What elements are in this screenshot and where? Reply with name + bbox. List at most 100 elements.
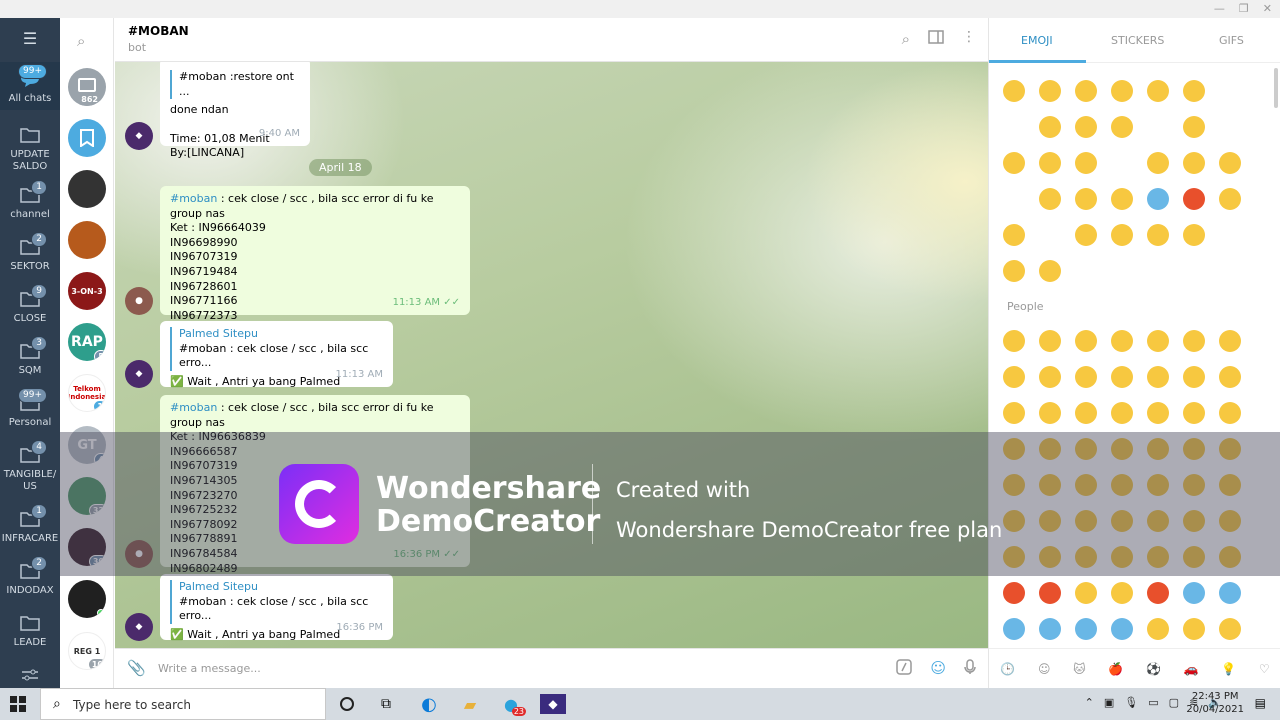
- emoji-item[interactable]: 🤲: [1219, 80, 1241, 102]
- emoji-item[interactable]: 😒: [1147, 152, 1169, 174]
- battery-icon[interactable]: ▭: [1148, 696, 1158, 709]
- emoji-item[interactable]: 😌: [1075, 224, 1097, 246]
- emoji-item[interactable]: 😌: [1003, 402, 1025, 424]
- emoji-item[interactable]: 😂: [1219, 330, 1241, 352]
- emoji-item[interactable]: 😒: [1039, 152, 1061, 174]
- emoji-item[interactable]: 😉: [1219, 366, 1241, 388]
- bot-avatar[interactable]: ◆: [125, 122, 153, 150]
- emoji-button-icon[interactable]: ☺: [930, 659, 946, 678]
- edge-browser-icon[interactable]: ◐: [418, 694, 440, 715]
- emoji-item[interactable]: 🙄: [1111, 80, 1133, 102]
- user-avatar[interactable]: ●: [125, 287, 153, 315]
- emoji-item[interactable]: 🥰: [1075, 402, 1097, 424]
- emoji-item[interactable]: 😀: [1003, 330, 1025, 352]
- close-icon[interactable]: ✕: [1263, 2, 1272, 16]
- emoji-item[interactable]: 😱: [1147, 188, 1169, 210]
- emoji-item[interactable]: 😓: [1111, 618, 1133, 640]
- emoji-item[interactable]: 😁: [1039, 80, 1061, 102]
- ball-icon[interactable]: ⚽: [1146, 662, 1161, 676]
- emoji-item[interactable]: 😳: [1183, 152, 1205, 174]
- emoji-item[interactable]: 😳: [1111, 582, 1133, 604]
- emoji-item[interactable]: 😀: [1111, 224, 1133, 246]
- car-icon[interactable]: 🚗: [1184, 662, 1199, 676]
- search-icon[interactable]: ⌕: [902, 30, 910, 48]
- reply-preview[interactable]: Palmed Sitepu #moban : cek close / scc ,…: [170, 327, 383, 371]
- bot-command-icon[interactable]: [896, 659, 913, 678]
- emoji-item[interactable]: 😨: [1003, 618, 1025, 640]
- emoji-item[interactable]: 😃: [1039, 116, 1061, 138]
- emoji-item[interactable]: 🤬: [1039, 582, 1061, 604]
- telegram-icon[interactable]: ● 23: [500, 694, 526, 716]
- emoji-item[interactable]: 😊: [1075, 366, 1097, 388]
- emoji-item[interactable]: 🤔: [1183, 618, 1205, 640]
- emoji-item[interactable]: 😊: [1003, 152, 1025, 174]
- tab-emoji[interactable]: EMOJI: [1021, 34, 1053, 47]
- sidebar-toggle-icon[interactable]: [928, 30, 944, 48]
- emoji-item[interactable]: 😇: [1111, 366, 1133, 388]
- folder-leade[interactable]: LEADE: [0, 612, 60, 649]
- emoji-item[interactable]: ☺️: [1039, 366, 1061, 388]
- folder-all-chats[interactable]: 99+ All chats: [0, 62, 60, 110]
- smiley-icon[interactable]: ☺: [1038, 662, 1051, 676]
- search-icon[interactable]: ⌕: [77, 32, 85, 50]
- heart-icon[interactable]: ♡: [1259, 662, 1270, 676]
- emoji-item[interactable]: 😘: [1183, 116, 1205, 138]
- emoji-item[interactable]: 😕: [1039, 260, 1061, 282]
- tab-gifs[interactable]: GIFS: [1219, 34, 1244, 47]
- notification-icon[interactable]: ▤: [1255, 696, 1266, 710]
- emoji-item[interactable]: 😏: [1075, 116, 1097, 138]
- emoji-item[interactable]: 😅: [1183, 330, 1205, 352]
- emoji-item[interactable]: 😝: [1111, 188, 1133, 210]
- folder-infracare[interactable]: 1 INFRACARE: [0, 504, 60, 545]
- emoji-item[interactable]: 😰: [1039, 618, 1061, 640]
- folder-update-saldo[interactable]: UPDATE SALDO: [0, 124, 60, 173]
- emoji-item[interactable]: 😘: [1111, 402, 1133, 424]
- windows-start-icon[interactable]: [10, 696, 26, 712]
- restore-icon[interactable]: ❐: [1239, 2, 1249, 16]
- emoji-item[interactable]: 😄: [1075, 330, 1097, 352]
- emoji-item[interactable]: 😡: [1003, 582, 1025, 604]
- emoji-item[interactable]: 😂: [1003, 80, 1025, 102]
- chat-avatar[interactable]: Telkom Indonesia 1: [68, 374, 106, 412]
- emoji-item[interactable]: 😗: [1147, 402, 1169, 424]
- democreator-taskbar-icon[interactable]: ◆: [540, 694, 566, 714]
- bot-avatar[interactable]: ◆: [125, 360, 153, 388]
- emoji-item[interactable]: 😐: [1003, 260, 1025, 282]
- cat-icon[interactable]: 🐱: [1073, 662, 1086, 676]
- microphone-icon[interactable]: 🎙: [1124, 696, 1138, 709]
- chat-avatar[interactable]: RAP 5: [68, 323, 106, 361]
- meet-now-icon[interactable]: ▣: [1104, 696, 1114, 709]
- emoji-item[interactable]: ⚠️: [1147, 116, 1169, 138]
- bulb-icon[interactable]: 💡: [1221, 662, 1236, 676]
- folder-sqm[interactable]: 3 SQM: [0, 336, 60, 377]
- emoji-item[interactable]: 😉: [1039, 188, 1061, 210]
- bot-avatar[interactable]: ◆: [125, 613, 153, 641]
- menu-icon[interactable]: ☰: [0, 28, 60, 53]
- emoji-item[interactable]: 🥶: [1183, 582, 1205, 604]
- emoji-item[interactable]: 😚: [1003, 224, 1025, 246]
- scrollbar[interactable]: [1274, 68, 1278, 108]
- emoji-item[interactable]: 🥵: [1147, 582, 1169, 604]
- hashtag-link[interactable]: #moban: [170, 192, 217, 205]
- chevron-up-icon[interactable]: ⌃: [1085, 696, 1094, 709]
- message-bubble[interactable]: Palmed Sitepu #moban : cek close / scc ,…: [160, 321, 393, 388]
- emoji-item[interactable]: 🙈: [1003, 188, 1025, 210]
- emoji-item[interactable]: 😅: [1219, 188, 1241, 210]
- recent-clock-icon[interactable]: 🕒: [1000, 662, 1015, 676]
- microphone-icon[interactable]: [964, 659, 976, 678]
- message-bubble[interactable]: #moban :restore ont ... done ndan Time: …: [160, 62, 310, 159]
- emoji-item[interactable]: 😋: [1147, 224, 1169, 246]
- chat-avatar[interactable]: REG 1 10: [68, 632, 106, 670]
- hashtag-link[interactable]: #moban: [170, 401, 217, 414]
- emoji-item[interactable]: 😭: [1075, 80, 1097, 102]
- display-icon[interactable]: ▢: [1169, 696, 1179, 709]
- emoji-item[interactable]: 😄: [1075, 152, 1097, 174]
- folder-personal[interactable]: 99+ Personal: [0, 388, 60, 429]
- emoji-item[interactable]: 😡: [1183, 188, 1205, 210]
- emoji-item[interactable]: 😃: [1039, 330, 1061, 352]
- emoji-item[interactable]: 😜: [1219, 152, 1241, 174]
- emoji-item[interactable]: 😞: [1183, 80, 1205, 102]
- message-bubble[interactable]: #moban : cek close / scc , bila scc erro…: [160, 186, 470, 322]
- chat-avatar[interactable]: [68, 580, 106, 618]
- emoji-item[interactable]: 🐵: [1039, 224, 1061, 246]
